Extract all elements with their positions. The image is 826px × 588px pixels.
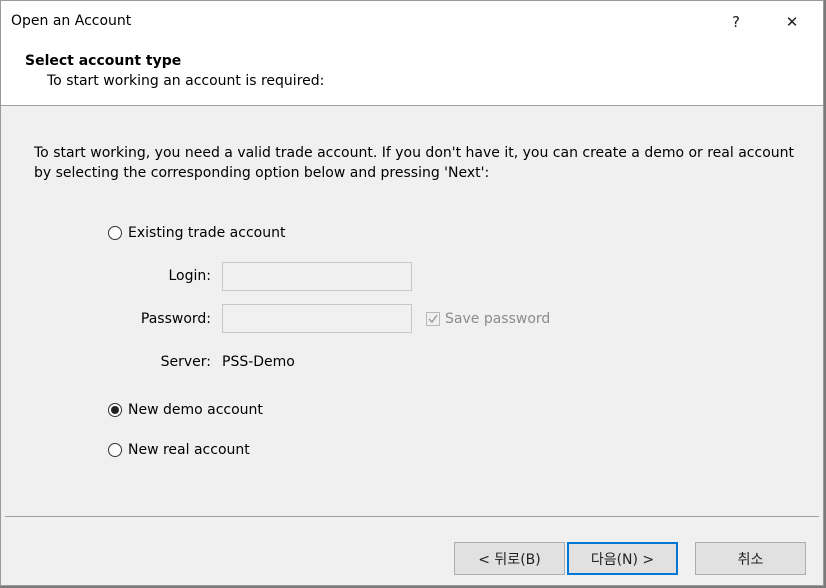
login-input[interactable] (222, 262, 412, 291)
wizard-body: To start working, you need a valid trade… (1, 106, 823, 516)
window-title: Open an Account (11, 13, 132, 29)
checkmark-icon (428, 314, 438, 324)
radio-existing-label: Existing trade account (128, 225, 286, 241)
radio-existing-indicator[interactable] (108, 226, 122, 240)
open-account-dialog: Open an Account ? ✕ Select account type … (0, 0, 824, 586)
header-subtitle: To start working an account is required: (47, 73, 325, 89)
server-label: Server: (160, 354, 211, 370)
intro-text: To start working, you need a valid trade… (34, 145, 794, 181)
radio-real-indicator[interactable] (108, 443, 122, 457)
close-button[interactable]: ✕ (769, 1, 815, 43)
radio-real-label: New real account (128, 442, 250, 458)
password-label: Password: (140, 311, 211, 327)
server-value: PSS-Demo (222, 354, 295, 370)
radio-real-account[interactable]: New real account (108, 442, 250, 458)
save-password-check-indicator[interactable] (426, 312, 440, 326)
radio-demo-label: New demo account (128, 402, 263, 418)
radio-demo-account[interactable]: New demo account (108, 402, 263, 418)
help-button[interactable]: ? (713, 1, 759, 43)
wizard-header: Select account type To start working an … (1, 43, 823, 106)
radio-existing-account[interactable]: Existing trade account (108, 225, 285, 241)
header-title: Select account type (25, 53, 182, 69)
back-button[interactable]: < 뒤로(B) (454, 542, 565, 575)
login-label: Login: (168, 268, 212, 284)
next-button[interactable]: 다음(N) > (567, 542, 678, 575)
save-password-checkbox[interactable]: Save password (426, 311, 550, 327)
cancel-button[interactable]: 취소 (695, 542, 806, 575)
radio-demo-indicator[interactable] (108, 403, 122, 417)
password-input[interactable] (222, 304, 412, 333)
footer-separator (5, 516, 819, 517)
title-bar: Open an Account ? ✕ (1, 1, 823, 43)
save-password-label: Save password (445, 311, 551, 327)
